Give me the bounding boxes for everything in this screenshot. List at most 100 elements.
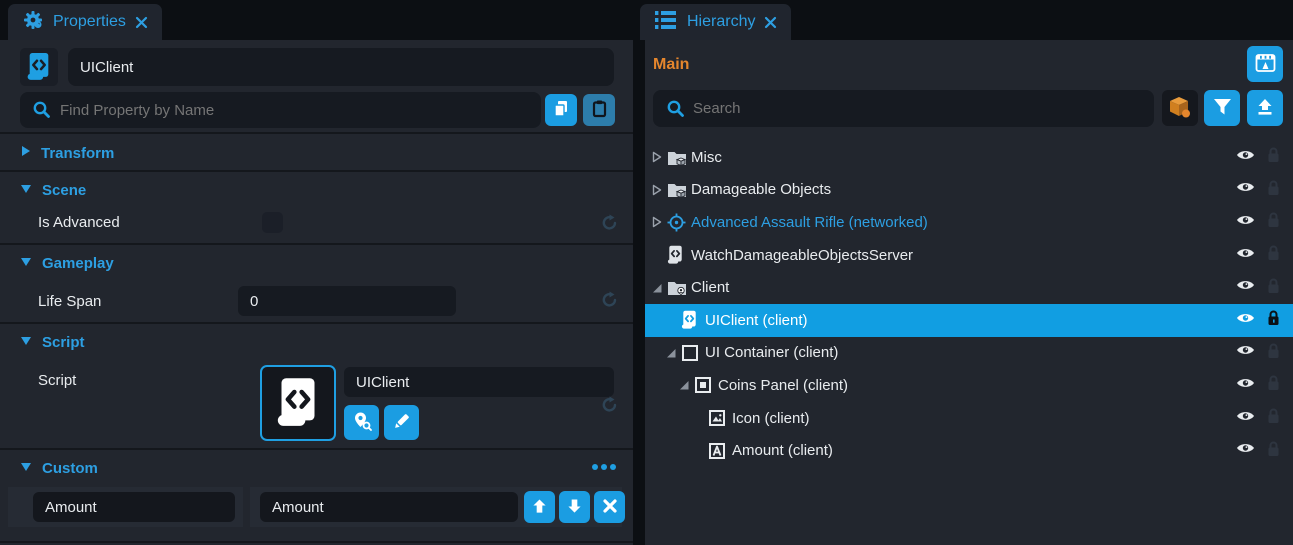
visibility-eye-icon[interactable] [1236, 278, 1255, 297]
tree-item-watchdamageableobjectsserver[interactable]: WatchDamageableObjectsServer [645, 239, 1293, 272]
edit-script-button[interactable] [384, 405, 419, 440]
ellipsis-menu-icon[interactable] [591, 458, 617, 476]
reset-icon[interactable] [600, 395, 619, 419]
paste-properties-button[interactable] [583, 94, 615, 126]
lock-icon[interactable] [1266, 277, 1281, 299]
section-title: Gameplay [42, 255, 114, 272]
filter-button[interactable] [1204, 90, 1240, 126]
tab-hierarchy[interactable]: Hierarchy [640, 4, 791, 40]
section-title: Scene [42, 182, 86, 199]
visibility-eye-icon[interactable] [1236, 180, 1255, 199]
life-span-input[interactable] [238, 286, 456, 316]
lock-icon[interactable] [1266, 146, 1281, 168]
tree-item-label: UIClient (client) [705, 312, 808, 329]
expand-collapsed-icon[interactable] [651, 216, 667, 228]
tree-item-label: Coins Panel (client) [718, 377, 848, 394]
is-advanced-label: Is Advanced [38, 214, 120, 231]
move-down-button[interactable] [559, 491, 590, 523]
tree-item-label: Damageable Objects [691, 181, 831, 198]
tree-item-label: Icon (client) [732, 410, 810, 427]
lock-icon[interactable] [1266, 309, 1281, 331]
section-gameplay-header[interactable]: Gameplay [0, 247, 633, 279]
custom-property-value-cell [250, 487, 622, 527]
expand-expanded-icon[interactable] [665, 347, 681, 359]
crosshair-icon [667, 213, 689, 232]
tree-item-advanced-assault-rifle[interactable]: Advanced Assault Rifle (networked) [645, 206, 1293, 239]
funnel-icon [1213, 98, 1232, 119]
life-span-label: Life Span [38, 293, 101, 310]
cube-icon [1168, 95, 1192, 122]
tab-bar: Properties Hierarchy [0, 0, 1293, 40]
section-transform-header[interactable]: Transform [0, 136, 633, 170]
move-to-top-button[interactable] [1247, 90, 1283, 126]
hierarchy-panel: Main [645, 40, 1293, 545]
lock-icon[interactable] [1266, 211, 1281, 233]
section-script-header[interactable]: Script [0, 326, 633, 358]
visibility-eye-icon[interactable] [1236, 409, 1255, 428]
expand-collapsed-icon[interactable] [651, 151, 667, 163]
visibility-eye-icon[interactable] [1236, 441, 1255, 460]
find-property-input[interactable] [20, 92, 541, 128]
gear-wrench-icon [22, 9, 44, 36]
tree-item-client[interactable]: Client [645, 271, 1293, 304]
tree-item-coins-panel[interactable]: Coins Panel (client) [645, 369, 1293, 402]
folder-pin-icon [667, 279, 689, 296]
script-name-input[interactable] [344, 367, 614, 397]
close-icon[interactable] [135, 16, 148, 29]
visibility-eye-icon[interactable] [1236, 246, 1255, 265]
object-name-input[interactable] [68, 48, 614, 86]
x-icon [603, 499, 617, 516]
tree-item-amount[interactable]: Amount (client) [645, 434, 1293, 467]
hierarchy-list-icon [654, 9, 678, 36]
chevron-down-icon [20, 181, 32, 199]
scenes-button[interactable] [1247, 46, 1283, 82]
expand-expanded-icon[interactable] [651, 282, 667, 294]
lock-icon[interactable] [1266, 440, 1281, 462]
lock-icon[interactable] [1266, 342, 1281, 364]
tree-item-label: Amount (client) [732, 442, 833, 459]
custom-property-name-input[interactable] [33, 492, 235, 522]
tree-item-damageable-objects[interactable]: Damageable Objects [645, 174, 1293, 207]
section-scene-header[interactable]: Scene [0, 174, 633, 206]
delete-custom-property-button[interactable] [594, 491, 625, 523]
tree-item-ui-container[interactable]: UI Container (client) [645, 337, 1293, 370]
lock-icon[interactable] [1266, 244, 1281, 266]
visibility-eye-icon[interactable] [1236, 213, 1255, 232]
close-icon[interactable] [764, 16, 777, 29]
lock-icon[interactable] [1266, 374, 1281, 396]
tab-properties[interactable]: Properties [8, 4, 162, 40]
reset-icon[interactable] [600, 290, 619, 314]
expand-collapsed-icon[interactable] [651, 184, 667, 196]
visibility-eye-icon[interactable] [1236, 148, 1255, 167]
ui-text-icon [708, 442, 730, 460]
tab-properties-label: Properties [53, 13, 126, 31]
hierarchy-search-input[interactable] [653, 90, 1154, 127]
tree-item-uiclient[interactable]: UIClient (client) [645, 304, 1293, 337]
visibility-eye-icon[interactable] [1236, 311, 1255, 330]
section-custom-header[interactable]: Custom [0, 452, 633, 484]
networked-objects-button[interactable] [1162, 90, 1198, 126]
tree-item-label: Client [691, 279, 729, 296]
custom-property-name-cell [8, 487, 243, 527]
script-asset-thumbnail[interactable] [260, 365, 336, 441]
find-script-button[interactable] [344, 405, 379, 440]
tree-item-misc[interactable]: Misc [645, 141, 1293, 174]
folder-cube-icon [667, 149, 689, 166]
visibility-eye-icon[interactable] [1236, 376, 1255, 395]
pencil-icon [392, 412, 411, 434]
move-up-button[interactable] [524, 491, 555, 523]
lock-icon[interactable] [1266, 407, 1281, 429]
eject-up-icon [1256, 98, 1274, 119]
section-title: Script [42, 334, 85, 351]
tree-item-icon[interactable]: Icon (client) [645, 402, 1293, 435]
custom-property-value-input[interactable] [260, 492, 518, 522]
tab-hierarchy-label: Hierarchy [687, 13, 755, 31]
properties-panel: Transform Scene Is Advanced Gameplay Lif… [0, 40, 633, 545]
is-advanced-checkbox[interactable] [262, 212, 283, 233]
expand-expanded-icon[interactable] [678, 379, 694, 391]
visibility-eye-icon[interactable] [1236, 343, 1255, 362]
chevron-right-icon [20, 144, 31, 162]
reset-icon[interactable] [600, 213, 619, 237]
lock-icon[interactable] [1266, 179, 1281, 201]
copy-properties-button[interactable] [545, 94, 577, 126]
